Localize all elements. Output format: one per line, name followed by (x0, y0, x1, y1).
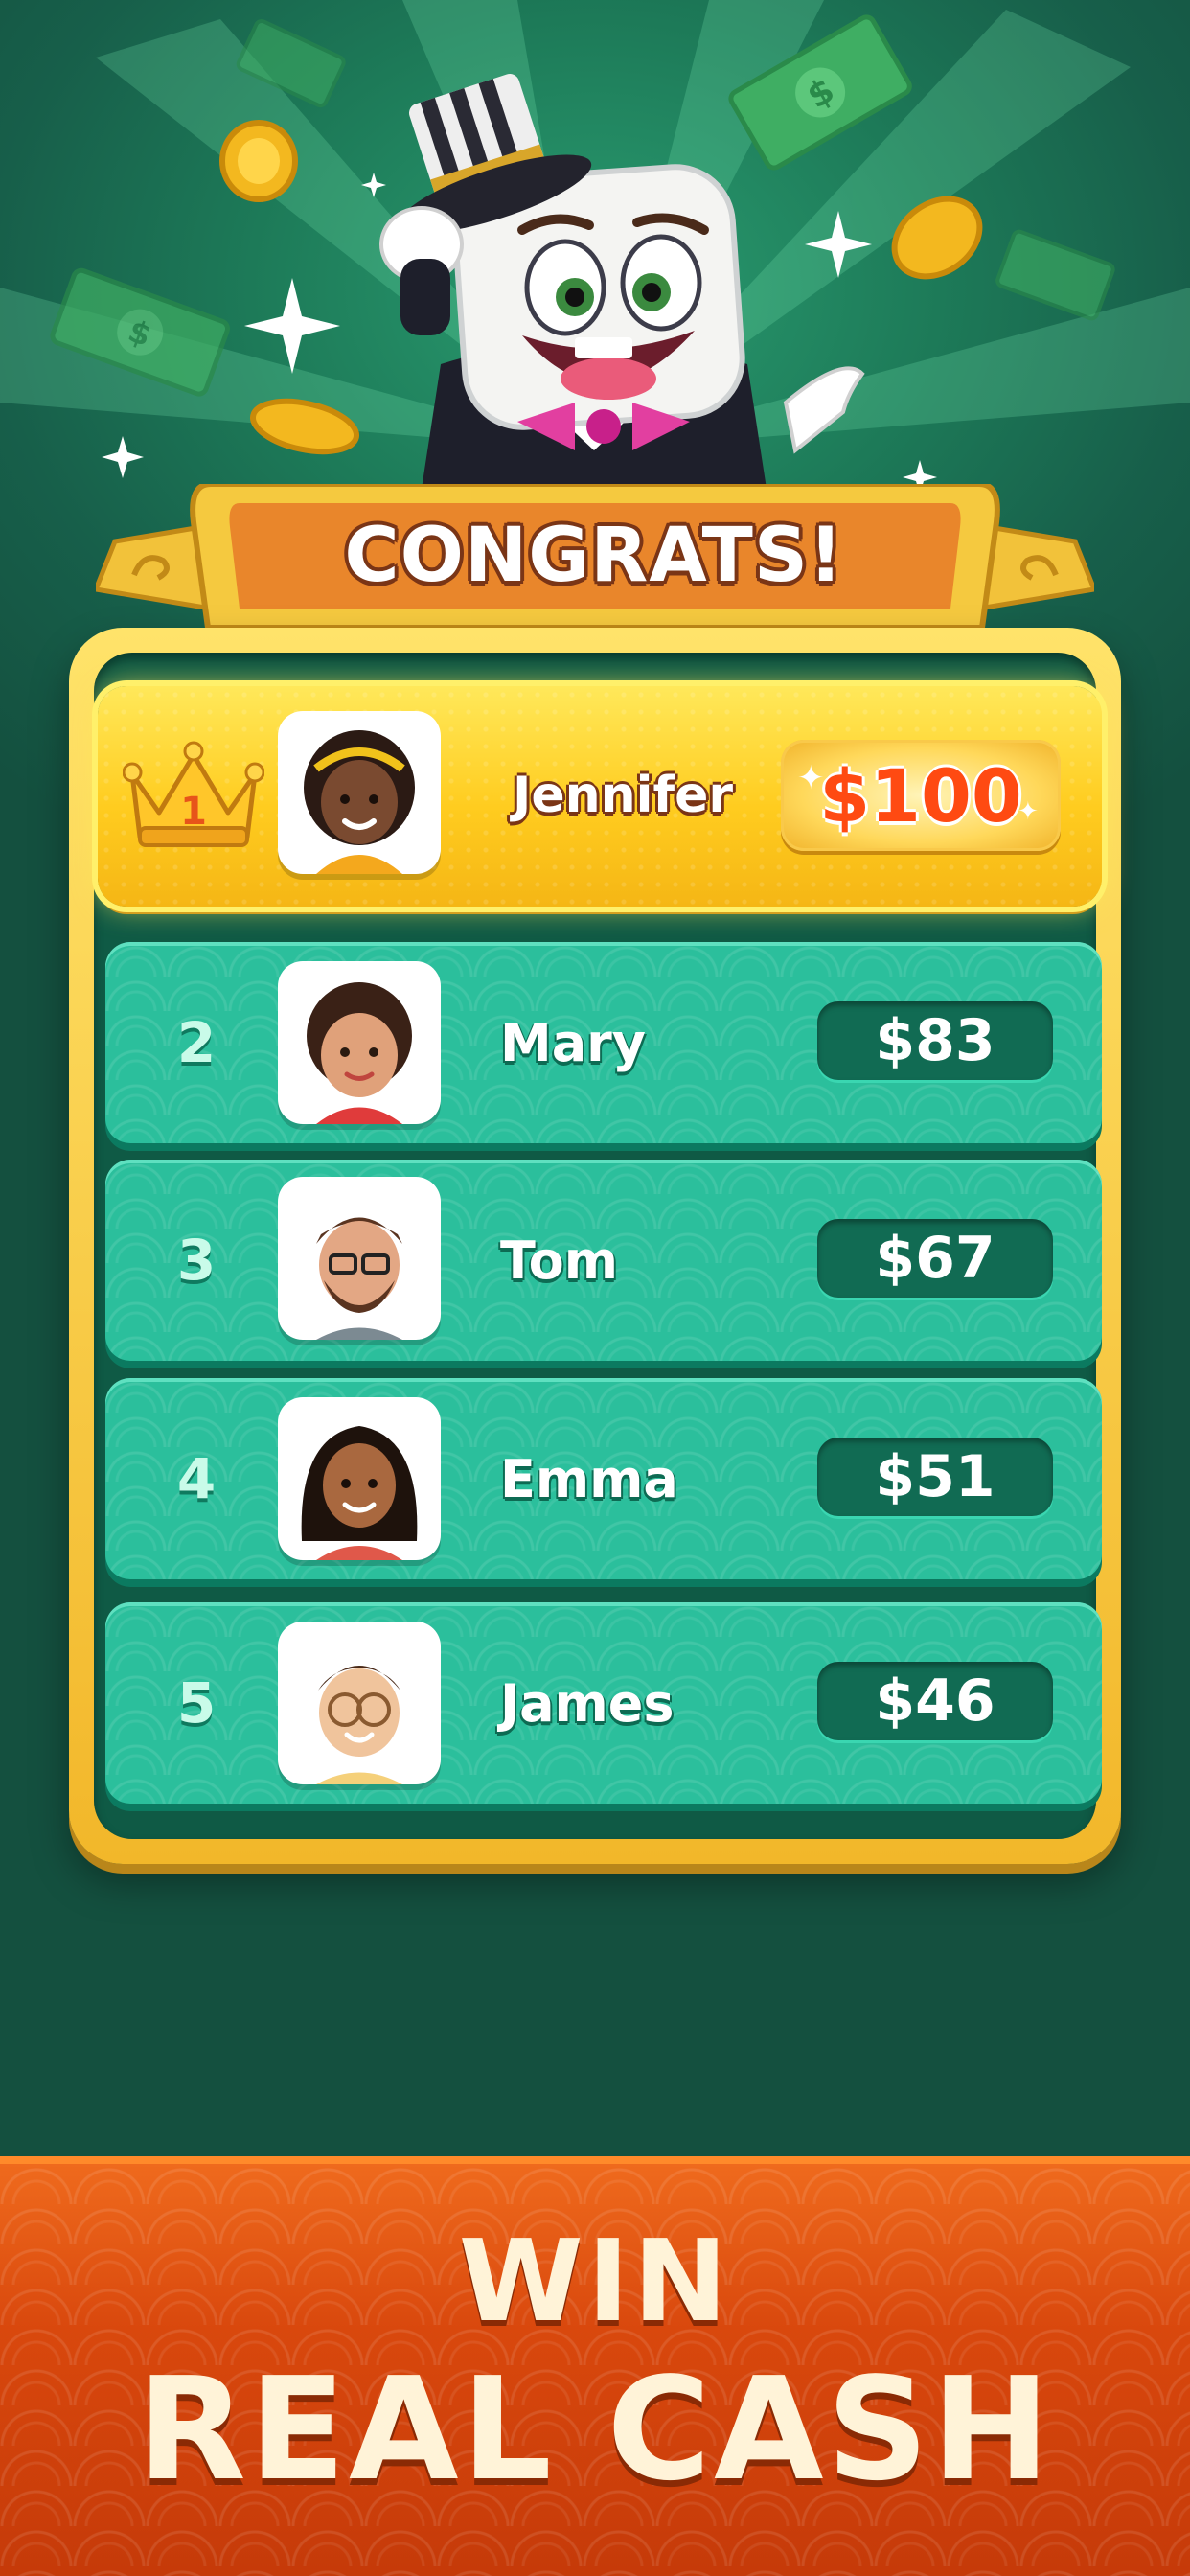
avatar (278, 1177, 441, 1340)
avatar-mary-icon (307, 982, 412, 1124)
prize-badge: $67 (817, 1219, 1053, 1298)
rank-number: 3 (176, 1228, 217, 1293)
player-name: James (500, 1672, 675, 1734)
leaderboard-row: 4 Emma $51 (105, 1378, 1102, 1579)
avatar-james-icon (316, 1666, 402, 1784)
winner-rank: 1 (180, 790, 207, 834)
avatar (278, 1622, 441, 1784)
tagline-win: WIN (458, 2215, 732, 2347)
player-name: Tom (500, 1230, 619, 1291)
avatar (278, 711, 441, 874)
player-name: Emma (500, 1448, 678, 1509)
prize-badge: $46 (817, 1662, 1053, 1740)
leaderboard-row: 5 James $46 (105, 1602, 1102, 1804)
leaderboard-row: 2 Mary $83 (105, 942, 1102, 1143)
rank-number: 4 (176, 1446, 217, 1511)
avatar-tom-icon (316, 1217, 402, 1340)
leaderboard-row: 3 Tom $67 (105, 1160, 1102, 1361)
winner-name: Jennifer (512, 767, 733, 824)
player-name: Mary (500, 1012, 647, 1073)
rank-number: 5 (176, 1670, 217, 1736)
avatar-emma-icon (301, 1426, 418, 1560)
sparkle-icon: ✦ (1018, 797, 1039, 826)
dollar-bill-icon (995, 229, 1115, 321)
prize-badge: $51 (817, 1438, 1053, 1516)
tagline-real-cash: REAL CASH (136, 2347, 1054, 2512)
avatar (278, 961, 441, 1124)
rank-number: 2 (176, 1010, 217, 1075)
prize-badge: $83 (817, 1001, 1053, 1080)
avatar (278, 1397, 441, 1560)
gold-coin-icon (219, 120, 298, 202)
crown-icon: 1 (123, 741, 264, 847)
page-title: CONGRATS! (344, 513, 844, 599)
sparkle-icon: ✦ (797, 759, 825, 797)
avatar-jennifer-icon (304, 730, 415, 874)
